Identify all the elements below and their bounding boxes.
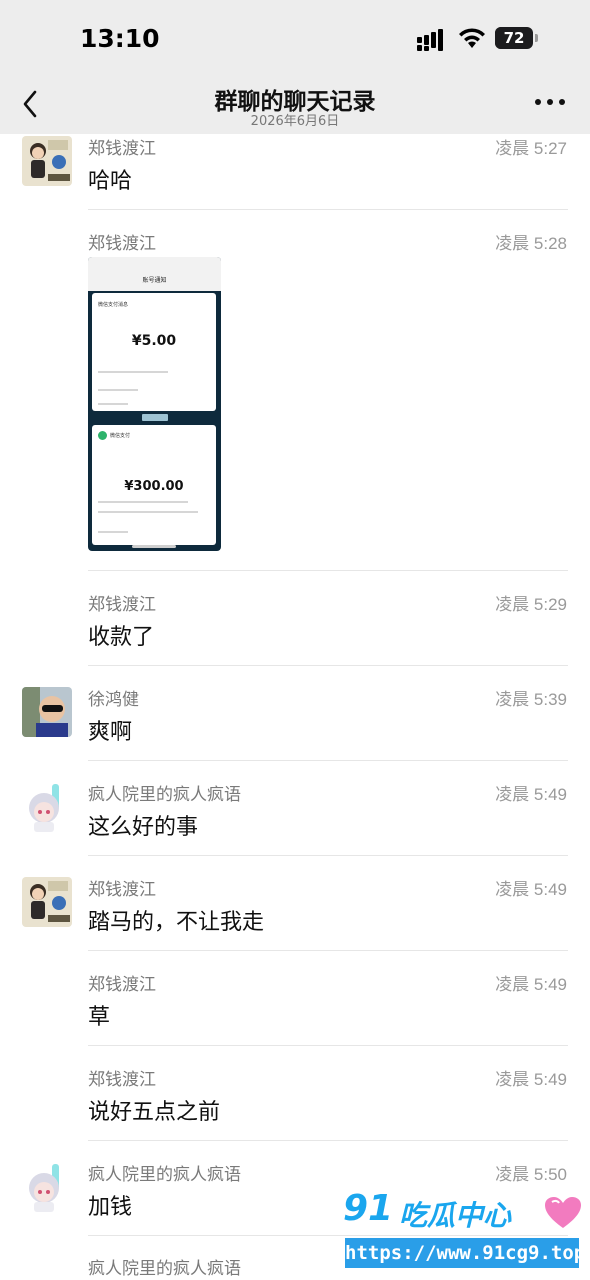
divider	[88, 570, 568, 571]
heart-icon	[545, 1197, 581, 1228]
image-text-line	[98, 531, 128, 533]
divider	[88, 1045, 568, 1046]
avatar[interactable]	[22, 687, 72, 737]
image-payment-card: 微信支付 ¥300.00	[92, 425, 216, 545]
kid-avatar-icon	[22, 687, 72, 737]
sender-name: 郑钱渡江	[88, 595, 156, 615]
message-time: 凌晨 5:39	[495, 690, 567, 709]
image-nav-title: 账号通知	[142, 277, 167, 284]
boy-avatar-icon	[22, 136, 72, 186]
message-time: 凌晨 5:27	[495, 139, 567, 158]
watermark: 91 吃瓜中心 https://www.91cg9.top	[343, 1188, 590, 1280]
message-time: 凌晨 5:49	[495, 975, 567, 994]
nav-bar: 群聊的聊天记录 2026年6月6日	[0, 74, 590, 134]
image-text-line	[98, 403, 128, 405]
image-card-title: 微信支付消息	[98, 302, 129, 308]
cellular-signal-icon	[417, 29, 443, 51]
image-card-amount: ¥300.00	[124, 479, 184, 494]
image-text-line	[98, 371, 168, 373]
divider	[88, 760, 568, 761]
avatar[interactable]	[22, 782, 72, 832]
sender-name: 郑钱渡江	[88, 234, 156, 254]
sender-name: 郑钱渡江	[88, 139, 156, 159]
watermark-url-box: https://www.91cg9.top	[345, 1238, 586, 1268]
avatar[interactable]	[22, 1162, 72, 1212]
image-card-title: 微信支付	[110, 433, 131, 439]
message-text: 爽啊	[88, 720, 133, 745]
message-text: 说好五点之前	[88, 1100, 221, 1125]
message-time: 凌晨 5:49	[495, 785, 567, 804]
message-time: 凌晨 5:29	[495, 595, 567, 614]
image-text-line	[98, 511, 198, 513]
battery-percent: 72	[503, 29, 525, 47]
divider	[88, 209, 568, 210]
avatar[interactable]	[22, 877, 72, 927]
image-header: 账号通知	[88, 257, 221, 291]
image-payment-card: 微信支付消息 ¥5.00	[92, 293, 216, 411]
chibi-avatar-icon	[22, 782, 72, 832]
sender-name: 疯人院里的疯人疯语	[88, 785, 241, 805]
avatar[interactable]	[22, 136, 72, 186]
screenshot-image[interactable]: 账号通知 微信支付消息 ¥5.00 微信支付 ¥300.00	[88, 257, 221, 551]
battery-icon: 72	[495, 27, 539, 49]
image-text-line	[98, 389, 138, 391]
message-list[interactable]: 郑钱渡江 凌晨 5:27 哈哈 郑钱渡江 凌晨 5:28 账号通知 微信支付消息…	[0, 134, 590, 1280]
chibi-avatar-icon	[22, 1162, 72, 1212]
message-text: 踏马的，不让我走	[88, 910, 265, 935]
message-text: 草	[88, 1005, 111, 1030]
image-separator	[142, 414, 168, 421]
battery-cap	[535, 34, 538, 42]
message-text: 收款了	[88, 625, 155, 650]
status-bar: 13:10 72	[0, 0, 590, 74]
wechat-pay-icon	[98, 431, 107, 440]
status-time: 13:10	[80, 24, 160, 53]
message-time: 凌晨 5:50	[495, 1165, 567, 1184]
message-text: 加钱	[88, 1195, 133, 1220]
watermark-number: 91	[343, 1188, 394, 1229]
page-date: 2026年6月6日	[250, 114, 340, 129]
sender-name: 郑钱渡江	[88, 975, 156, 995]
divider	[88, 855, 568, 856]
message-text: 哈哈	[88, 169, 133, 194]
more-dots-icon[interactable]	[534, 96, 566, 108]
watermark-url: https://www.91cg9.top	[345, 1242, 586, 1264]
divider	[88, 665, 568, 666]
message-text: 这么好的事	[88, 815, 199, 840]
watermark-brand: 吃瓜中心	[399, 1199, 512, 1232]
sender-name: 疯人院里的疯人疯语	[88, 1259, 241, 1279]
message-time: 凌晨 5:49	[495, 880, 567, 899]
image-card-amount: ¥5.00	[131, 333, 177, 349]
divider	[88, 950, 568, 951]
message-time: 凌晨 5:28	[495, 234, 567, 253]
battery-body: 72	[495, 27, 533, 49]
sender-name: 郑钱渡江	[88, 1070, 156, 1090]
divider	[88, 1140, 568, 1141]
boy-avatar-icon	[22, 877, 72, 927]
sender-name: 郑钱渡江	[88, 880, 156, 900]
message-time: 凌晨 5:49	[495, 1070, 567, 1089]
wifi-icon	[459, 28, 485, 48]
sender-name: 疯人院里的疯人疯语	[88, 1165, 241, 1185]
image-text-line	[98, 501, 188, 503]
image-home-indicator	[132, 545, 176, 548]
sender-name: 徐鸿健	[88, 690, 139, 710]
